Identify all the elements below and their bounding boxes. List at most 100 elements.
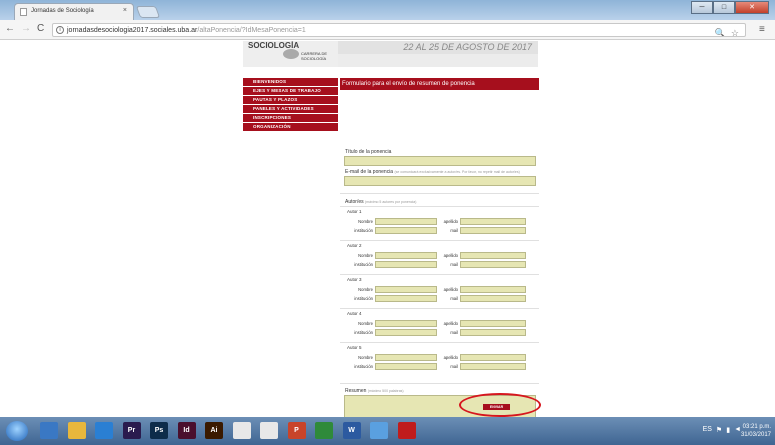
sidebar-item-paneles[interactable]: PANELES Y ACTIVIDADES bbox=[243, 105, 338, 113]
volume-icon[interactable]: ◄ bbox=[734, 426, 741, 434]
mail-input[interactable] bbox=[460, 261, 526, 268]
chrome-icon[interactable] bbox=[232, 422, 251, 439]
new-tab-button[interactable] bbox=[135, 6, 161, 18]
powerpoint-icon[interactable]: P bbox=[287, 422, 306, 439]
omnibox-icons: 🔍 ☆ bbox=[715, 28, 739, 36]
indesign-icon[interactable]: Id bbox=[177, 422, 196, 439]
site-logo[interactable]: SOCIOLOGÍA CARRERA DE SOCIOLOGÍA bbox=[243, 41, 338, 67]
clock[interactable]: 03:21 p.m. 31/03/2017 bbox=[741, 423, 771, 439]
mail-label: mail bbox=[450, 296, 458, 301]
nombre-label: Nombre bbox=[358, 219, 373, 224]
clock-time: 03:21 p.m. bbox=[742, 424, 771, 430]
word-icon[interactable]: W bbox=[342, 422, 361, 439]
email-hint: (se comunicará exclusivamente a autor/es… bbox=[394, 170, 520, 174]
mail-label: mail bbox=[450, 364, 458, 369]
authors-label-text: Autor/es bbox=[345, 199, 364, 205]
network-icon[interactable]: ▮ bbox=[726, 426, 730, 434]
divider bbox=[340, 240, 539, 241]
media-player-icon[interactable] bbox=[95, 422, 113, 439]
reload-icon[interactable]: C bbox=[37, 23, 44, 34]
mail-input[interactable] bbox=[460, 329, 526, 336]
form-header: Formulario para el envío de resumen de p… bbox=[340, 78, 539, 90]
author-title: Autor 1 bbox=[347, 209, 362, 214]
info-icon[interactable]: i bbox=[56, 26, 64, 34]
minimize-button[interactable]: ─ bbox=[691, 1, 713, 14]
back-arrow-icon[interactable]: ← bbox=[5, 23, 15, 34]
highlight-circle bbox=[459, 393, 541, 417]
paint-icon[interactable] bbox=[370, 422, 388, 439]
divider bbox=[340, 308, 539, 309]
divider bbox=[340, 383, 539, 384]
explorer-icon[interactable] bbox=[67, 422, 86, 439]
close-window-button[interactable]: ✕ bbox=[735, 1, 769, 14]
address-bar[interactable]: i jornadasdesociologia2017.sociales.uba.… bbox=[52, 23, 746, 37]
nombre-label: Nombre bbox=[358, 321, 373, 326]
resumen-label-text: Resumen bbox=[345, 388, 367, 394]
title-label: Título de la ponencia bbox=[345, 149, 392, 155]
browser-titlebar: Jornadas de Sociología × ─ □ ✕ bbox=[0, 0, 775, 20]
sidebar-item-pautas[interactable]: PAUTAS Y PLAZOS bbox=[243, 96, 338, 104]
authors-hint: (máximo 5 autores por ponencia) bbox=[365, 200, 417, 204]
apellido-input[interactable] bbox=[460, 218, 526, 225]
tab-title: Jornadas de Sociología bbox=[31, 8, 94, 14]
url-host: jornadasdesociologia2017.sociales.uba.ar bbox=[67, 27, 198, 34]
date-banner: 22 AL 25 DE AGOSTO DE 2017 bbox=[338, 41, 538, 54]
nombre-label: Nombre bbox=[358, 287, 373, 292]
authors-label: Autor/es (máximo 5 autores por ponencia) bbox=[345, 199, 416, 205]
mail-label: mail bbox=[450, 330, 458, 335]
sidebar-item-organizacion[interactable]: ORGANIZACIÓN bbox=[243, 123, 338, 131]
logo-subtitle: CARRERA DE SOCIOLOGÍA bbox=[301, 51, 328, 61]
ie-icon[interactable] bbox=[40, 422, 58, 439]
acrobat-icon[interactable] bbox=[397, 422, 416, 439]
divider bbox=[340, 193, 539, 194]
flag-icon[interactable]: ⚑ bbox=[716, 426, 722, 434]
language-indicator[interactable]: ES bbox=[703, 426, 712, 434]
system-tray: ES ⚑ ▮ ◄ bbox=[703, 426, 741, 434]
outlook-icon[interactable] bbox=[260, 422, 278, 439]
sidebar-item-inscripciones[interactable]: INSCRIPCIONES bbox=[243, 114, 338, 122]
divider bbox=[340, 274, 539, 275]
author-title: Autor 3 bbox=[347, 277, 362, 282]
institucion-label: institución bbox=[354, 228, 373, 233]
institucion-label: institución bbox=[354, 364, 373, 369]
mail-input[interactable] bbox=[460, 295, 526, 302]
url-path: /altaPonencia/?IdMesaPonencia=1 bbox=[197, 27, 306, 34]
apellido-label: apellido bbox=[443, 321, 458, 326]
apellido-input[interactable] bbox=[460, 252, 526, 259]
bookmark-star-icon[interactable]: ☆ bbox=[731, 28, 739, 36]
institucion-label: institución bbox=[354, 296, 373, 301]
apellido-input[interactable] bbox=[460, 354, 526, 361]
mail-input[interactable] bbox=[460, 227, 526, 234]
divider bbox=[340, 342, 539, 343]
resumen-hint: (máximo 500 palabras) bbox=[367, 389, 404, 393]
maximize-button[interactable]: □ bbox=[713, 1, 735, 14]
illustrator-icon[interactable]: Ai bbox=[205, 422, 223, 439]
windows-taskbar: Pr Ps Id Ai P W ES ⚑ ▮ ◄ 03:21 p.m. 31/03/201… bbox=[0, 417, 775, 445]
forward-arrow-icon[interactable]: → bbox=[21, 23, 31, 34]
photoshop-icon[interactable]: Ps bbox=[150, 422, 168, 439]
sidebar-item-bienvenidos[interactable]: BIENVENIDOS bbox=[243, 78, 338, 86]
resumen-label: Resumen (máximo 500 palabras) bbox=[345, 388, 404, 394]
email-input[interactable] bbox=[344, 176, 536, 186]
nombre-label: Nombre bbox=[358, 355, 373, 360]
tab-jornadas[interactable]: Jornadas de Sociología × bbox=[14, 3, 134, 20]
institucion-label: institución bbox=[354, 262, 373, 267]
start-button[interactable] bbox=[6, 421, 28, 441]
apellido-label: apellido bbox=[443, 253, 458, 258]
excel-icon[interactable] bbox=[315, 422, 333, 439]
premiere-icon[interactable]: Pr bbox=[122, 422, 141, 439]
close-tab-icon[interactable]: × bbox=[123, 7, 127, 14]
clock-date: 31/03/2017 bbox=[740, 432, 771, 438]
window-controls: ─ □ ✕ bbox=[691, 1, 769, 14]
title-input[interactable] bbox=[344, 156, 536, 166]
sidebar-item-ejes[interactable]: EJES Y MESAS DE TRABAJO bbox=[243, 87, 338, 95]
menu-icon[interactable]: ≡ bbox=[759, 24, 765, 35]
logo-mark-icon bbox=[283, 49, 299, 59]
email-label: E-mail de la ponencia (se comunicará exc… bbox=[345, 169, 520, 175]
apellido-input[interactable] bbox=[460, 286, 526, 293]
mail-label: mail bbox=[450, 228, 458, 233]
sidebar-menu: BIENVENIDOS EJES Y MESAS DE TRABAJO PAUT… bbox=[243, 78, 338, 132]
zoom-icon[interactable]: 🔍 bbox=[715, 28, 726, 36]
mail-input[interactable] bbox=[460, 363, 526, 370]
apellido-input[interactable] bbox=[460, 320, 526, 327]
